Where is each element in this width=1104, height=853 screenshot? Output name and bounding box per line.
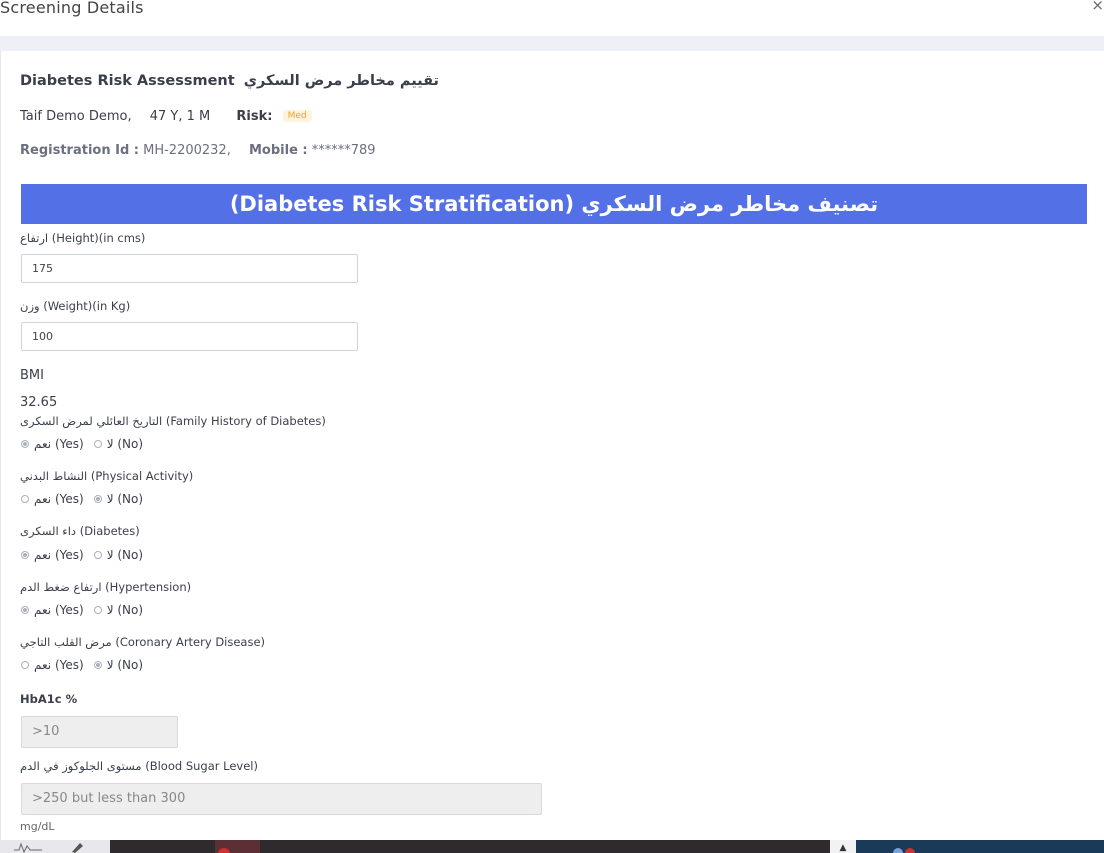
pen-icon[interactable] [70,840,86,853]
mobile-label: Mobile : [248,143,308,158]
bmi-label: BMI [20,368,44,383]
physical-activity-yes-option[interactable]: نعم (Yes) [21,492,84,506]
radio-button[interactable] [21,440,29,448]
coronary-artery-disease-radio-group: نعم (Yes) لا (No) [21,658,143,672]
diabetes-no-option[interactable]: لا (No) [93,548,144,562]
yes-label: نعم (Yes) [34,437,84,451]
no-label: لا (No) [106,437,144,451]
patient-summary: Taif Demo Demo, 47 Y, 1 M Risk: Med [20,109,312,124]
os-taskbar: ▲ [0,840,1104,853]
chevron-up-icon[interactable]: ▲ [830,840,856,853]
no-label: لا (No) [106,492,144,506]
taskbar-left-area [0,840,110,853]
family-history-radio-group: نعم (Yes) لا (No) [21,437,143,451]
physical-activity-no-option[interactable]: لا (No) [93,492,144,506]
modal-title: Screening Details [0,0,144,17]
family-history-label: التاريخ العائلي لمرض السكرى (Family Hist… [20,414,326,428]
network-icon[interactable] [893,848,903,853]
hba1c-label: HbA1c % [20,692,78,706]
diabetes-yes-option[interactable]: نعم (Yes) [21,548,84,562]
hypertension-no-option[interactable]: لا (No) [93,603,144,617]
physical-activity-radio-group: نعم (Yes) لا (No) [21,492,143,506]
no-label: لا (No) [106,548,144,562]
mobile-value: ******789 [311,143,376,158]
section-banner: (Diabetes Risk Stratification) تصنيف مخا… [21,184,1087,224]
risk-label: Risk: [236,109,273,124]
weight-input[interactable]: 100 [21,322,358,351]
radio-button[interactable] [93,495,102,503]
hypertension-label: ارتفاع ضغط الدم (Hypertension) [20,580,192,594]
modal-header: Screening Details × [0,0,1104,36]
family-history-no-option[interactable]: لا (No) [93,437,144,451]
family-history-yes-option[interactable]: نعم (Yes) [21,437,84,451]
registration-value: MH-2200232, [143,143,231,158]
radio-button[interactable] [21,661,29,669]
physical-activity-label: النشاط البدني (Physical Activity) [20,469,194,483]
no-label: لا (No) [106,658,144,672]
hba1c-select[interactable]: >10 [21,716,178,748]
blood-sugar-label: مستوى الجلوكوز في الدم (Blood Sugar Leve… [20,759,258,773]
radio-button[interactable] [93,606,102,614]
diabetes-radio-group: نعم (Yes) لا (No) [21,548,143,562]
height-input[interactable]: 175 [21,254,358,283]
radio-button[interactable] [21,495,29,503]
patient-age: 47 Y, 1 M [149,109,211,124]
diabetes-label: داء السكرى (Diabetes) [20,524,140,538]
radio-button[interactable] [93,661,102,669]
radio-button[interactable] [93,440,102,448]
close-icon[interactable]: × [1091,0,1104,14]
chrome-icon[interactable] [218,848,230,853]
pulse-icon[interactable] [14,841,42,853]
coronary-artery-disease-yes-option[interactable]: نعم (Yes) [21,658,84,672]
risk-badge: Med [282,110,312,122]
radio-button[interactable] [93,551,102,559]
coronary-artery-disease-label: مرض القلب التاجي (Coronary Artery Diseas… [20,635,266,649]
assessment-title-ar: تقييم مخاطر مرض السكري [243,73,439,89]
no-label: لا (No) [106,603,144,617]
yes-label: نعم (Yes) [34,603,84,617]
patient-name: Taif Demo Demo, [20,109,132,124]
bmi-value: 32.65 [20,395,58,410]
yes-label: نعم (Yes) [34,492,84,506]
registration-label: Registration Id : [20,143,139,158]
notification-icon[interactable] [905,848,915,853]
blood-sugar-unit: mg/dL [20,820,55,833]
assessment-title-en: Diabetes Risk Assessment [20,73,235,89]
coronary-artery-disease-no-option[interactable]: لا (No) [93,658,144,672]
height-label: ارتفاع (Height)(in cms) [20,231,146,245]
hypertension-radio-group: نعم (Yes) لا (No) [21,603,143,617]
yes-label: نعم (Yes) [34,548,84,562]
hypertension-yes-option[interactable]: نعم (Yes) [21,603,84,617]
yes-label: نعم (Yes) [34,658,84,672]
radio-button[interactable] [21,606,29,614]
radio-button[interactable] [21,551,29,559]
registration-info: Registration Id : MH-2200232, Mobile : *… [20,143,376,158]
blood-sugar-select[interactable]: >250 but less than 300 [21,783,542,815]
weight-label: وزن (Weight)(in Kg) [20,299,131,313]
assessment-title: Diabetes Risk Assessment تقييم مخاطر مرض… [20,73,439,89]
